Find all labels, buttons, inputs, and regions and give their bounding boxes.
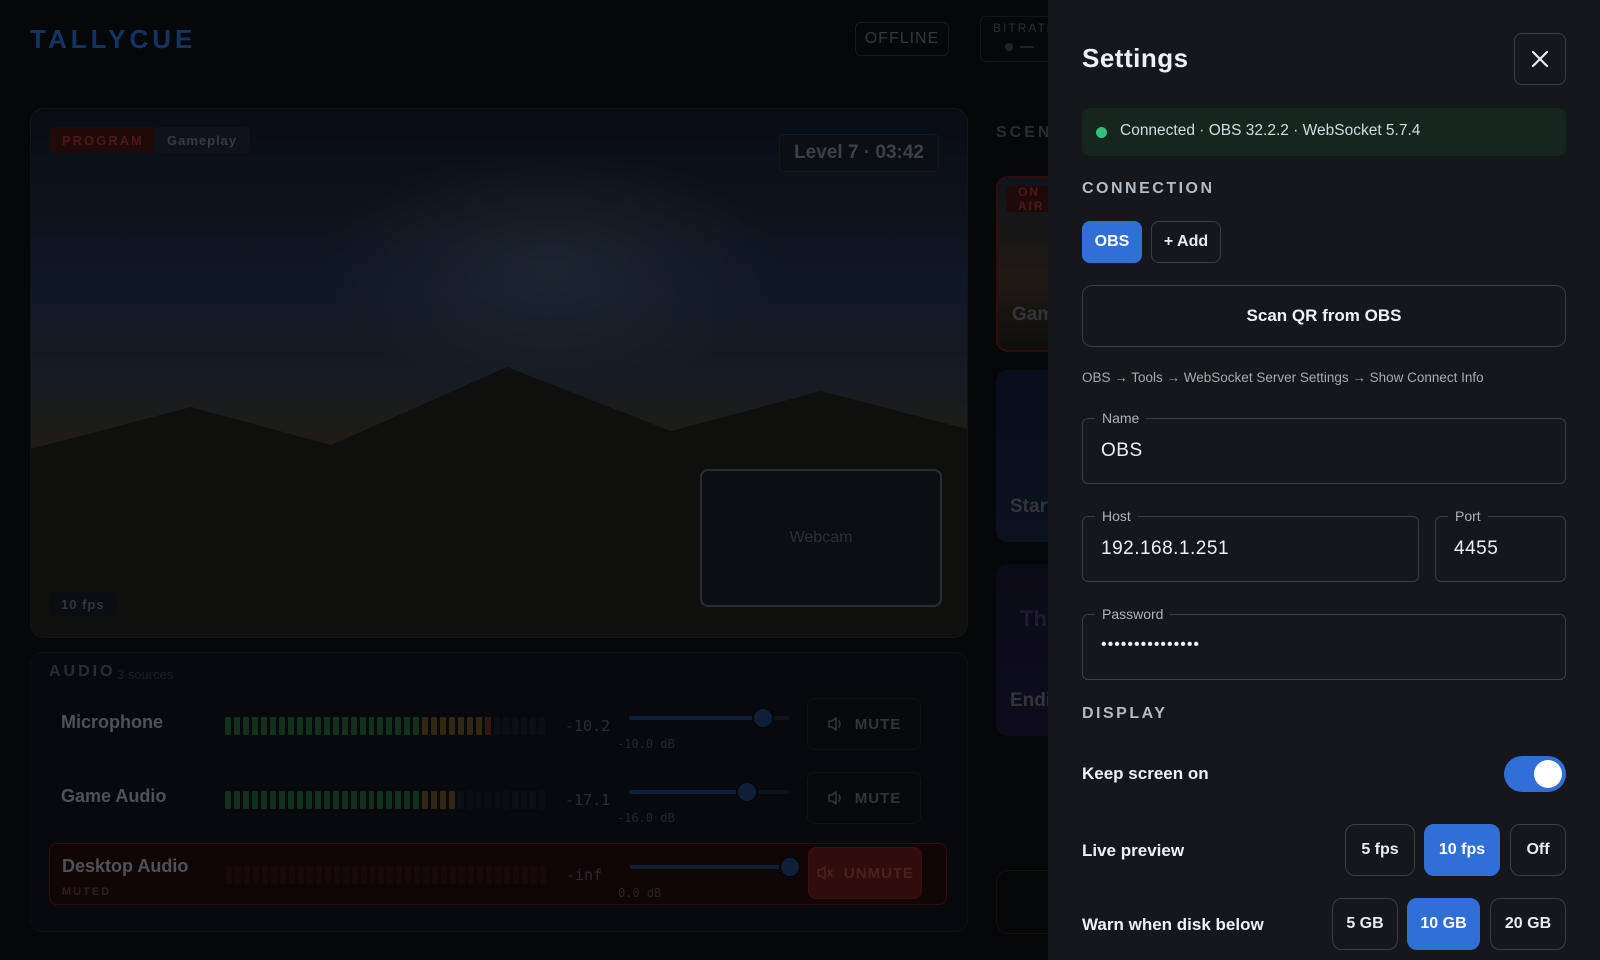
name-label: Name <box>1095 409 1147 427</box>
connection-heading: CONNECTION <box>1082 180 1215 197</box>
port-label: Port <box>1448 507 1488 525</box>
status-dot-icon <box>1096 127 1107 138</box>
host-value: 192.168.1.251 <box>1101 538 1230 559</box>
password-field[interactable]: Password ••••••••••••••• <box>1082 605 1566 680</box>
display-heading: DISPLAY <box>1082 705 1168 722</box>
close-icon <box>1531 50 1549 68</box>
scan-qr-button[interactable]: Scan QR from OBS <box>1082 285 1566 347</box>
warn-disk-label: Warn when disk below <box>1082 915 1264 934</box>
connection-status-text: Connected · OBS 32.2.2 · WebSocket 5.7.4 <box>1120 122 1421 139</box>
warn-disk-10gb[interactable]: 10 GB <box>1407 898 1480 950</box>
connection-tab-obs[interactable]: OBS <box>1082 221 1142 263</box>
close-button[interactable] <box>1514 33 1566 85</box>
modal-backdrop[interactable] <box>0 0 1048 960</box>
add-connection-button[interactable]: + Add <box>1151 221 1221 263</box>
live-preview-off[interactable]: Off <box>1510 824 1566 876</box>
connection-status-bar: Connected · OBS 32.2.2 · WebSocket 5.7.4 <box>1082 108 1566 156</box>
name-field[interactable]: Name OBS <box>1082 409 1566 484</box>
port-field[interactable]: Port 4455 <box>1435 507 1566 582</box>
settings-drawer: Settings Connected · OBS 32.2.2 · WebSoc… <box>1048 0 1600 960</box>
keep-screen-on-toggle[interactable] <box>1504 756 1566 792</box>
settings-title: Settings <box>1082 43 1189 73</box>
connect-info-hint: OBS → Tools → WebSocket Server Settings … <box>1082 370 1484 385</box>
warn-disk-5gb[interactable]: 5 GB <box>1332 898 1398 950</box>
password-value: ••••••••••••••• <box>1101 636 1201 653</box>
password-label: Password <box>1095 605 1171 623</box>
host-label: Host <box>1095 507 1138 525</box>
live-preview-5fps[interactable]: 5 fps <box>1345 824 1415 876</box>
host-field[interactable]: Host 192.168.1.251 <box>1082 507 1419 582</box>
port-value: 4455 <box>1454 538 1499 559</box>
toggle-knob <box>1534 760 1562 788</box>
warn-disk-20gb[interactable]: 20 GB <box>1490 898 1566 950</box>
live-preview-10fps[interactable]: 10 fps <box>1424 824 1500 876</box>
live-preview-label: Live preview <box>1082 841 1185 860</box>
name-value: OBS <box>1101 440 1143 461</box>
keep-screen-on-label: Keep screen on <box>1082 764 1209 783</box>
